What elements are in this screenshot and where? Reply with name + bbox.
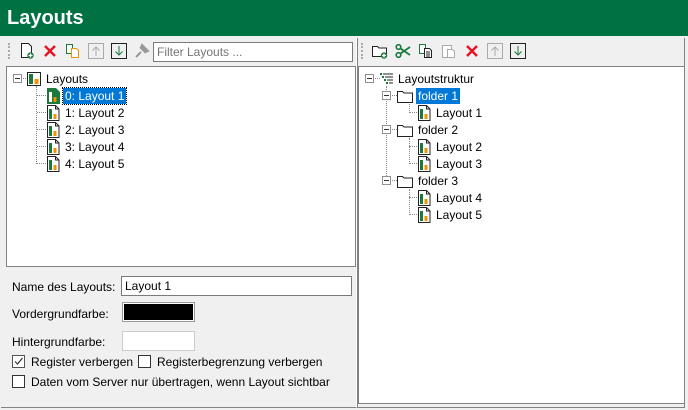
cut-icon (395, 43, 411, 59)
tree-root-layouts[interactable]: Layouts (27, 70, 90, 87)
layout-icon (46, 139, 60, 155)
layout-icon (417, 190, 431, 206)
folder-icon (397, 89, 413, 103)
tree-item-layout[interactable]: 4: Layout 5 (46, 155, 126, 172)
layout-icon (46, 105, 60, 121)
move-down-icon (111, 43, 127, 59)
paste-icon (442, 45, 455, 58)
tree-item-layout[interactable]: Layout 2 (417, 138, 484, 155)
new-folder-icon (372, 46, 388, 59)
hide-register-checkbox[interactable] (12, 355, 25, 368)
tree-item-layout[interactable]: Layout 4 (417, 189, 484, 206)
folder-node[interactable]: folder 1 (397, 87, 461, 104)
transfer-only-visible-label: Daten vom Server nur übertragen, wenn La… (31, 375, 330, 389)
layouts-tree[interactable]: Layouts 0: Layout 1 1: Layout 2 2: Layou… (6, 66, 356, 267)
hide-register-border-label: Registerbegrenzung verbergen (157, 355, 323, 369)
folder-icon (397, 174, 413, 188)
right-toolbar (359, 40, 527, 62)
background-color-swatch[interactable] (122, 331, 195, 351)
layout-icon (417, 207, 431, 223)
foreground-color-swatch[interactable] (122, 302, 195, 322)
move-up-icon (487, 43, 503, 59)
toolbar-grip[interactable] (8, 43, 10, 59)
hide-register-border-checkbox[interactable] (138, 355, 151, 368)
move-down-button[interactable] (110, 42, 128, 60)
collapse-toggle[interactable] (382, 176, 391, 185)
transfer-only-visible-checkbox[interactable] (12, 375, 25, 388)
delete-icon (466, 45, 478, 57)
filter-layouts-input[interactable] (153, 42, 353, 62)
hide-register-label: Register verbergen (31, 355, 134, 369)
move-down-button[interactable] (509, 42, 527, 60)
layout-name-input[interactable] (121, 276, 352, 296)
page-title: Layouts (0, 0, 688, 36)
move-up-button[interactable] (87, 42, 105, 60)
delete-icon (44, 45, 56, 57)
layouts-root-icon (27, 71, 41, 86)
collapse-toggle[interactable] (382, 125, 391, 134)
background-color-label: Hintergrundfarbe: (12, 335, 106, 349)
cut-button[interactable] (394, 42, 412, 60)
new-layout-icon (21, 43, 34, 59)
move-down-icon (510, 43, 526, 59)
move-up-icon (88, 43, 104, 59)
folder-node[interactable]: folder 3 (397, 172, 460, 189)
layout-icon (417, 139, 431, 155)
tree-item-layout[interactable]: Layout 1 (417, 104, 484, 121)
toolbar-grip[interactable] (361, 43, 363, 59)
tree-item-layout[interactable]: 3: Layout 4 (46, 138, 126, 155)
move-up-button[interactable] (486, 42, 504, 60)
folder-icon (397, 123, 413, 137)
layout-icon (46, 122, 60, 138)
tree-item-layout[interactable]: 2: Layout 3 (46, 121, 126, 138)
delete-layout-button[interactable] (41, 42, 59, 60)
collapse-toggle[interactable] (365, 74, 374, 83)
copy-icon (66, 44, 79, 58)
tree-item-layout[interactable]: Layout 5 (417, 206, 484, 223)
pin-button[interactable] (133, 42, 151, 60)
layout-icon (417, 105, 431, 121)
copy-layout-button[interactable] (64, 42, 82, 60)
tree-item-layout[interactable]: 1: Layout 2 (46, 104, 126, 121)
paste-button[interactable] (440, 42, 458, 60)
layout-structure-tree[interactable]: Layoutstruktur folder 1 Layout 1 folder … (358, 66, 685, 404)
left-toolbar (6, 40, 151, 62)
layout-icon (417, 156, 431, 172)
tree-item-layout[interactable]: 0: Layout 1 (46, 86, 128, 105)
foreground-color-label: Vordergrundfarbe: (12, 307, 109, 321)
tree-item-layout[interactable]: Layout 3 (417, 155, 484, 172)
copy-icon (419, 44, 432, 58)
structure-icon (380, 72, 393, 84)
layout-name-label: Name des Layouts: (12, 280, 116, 294)
collapse-toggle[interactable] (13, 74, 22, 83)
tree-root-layoutstruktur[interactable]: Layoutstruktur (379, 70, 476, 87)
pin-icon (135, 43, 150, 58)
new-folder-button[interactable] (371, 42, 389, 60)
new-layout-button[interactable] (18, 42, 36, 60)
folder-node[interactable]: folder 2 (397, 121, 460, 138)
delete-button[interactable] (463, 42, 481, 60)
copy-button[interactable] (417, 42, 435, 60)
layout-icon (46, 156, 60, 172)
layout-icon (46, 88, 60, 104)
collapse-toggle[interactable] (382, 91, 391, 100)
